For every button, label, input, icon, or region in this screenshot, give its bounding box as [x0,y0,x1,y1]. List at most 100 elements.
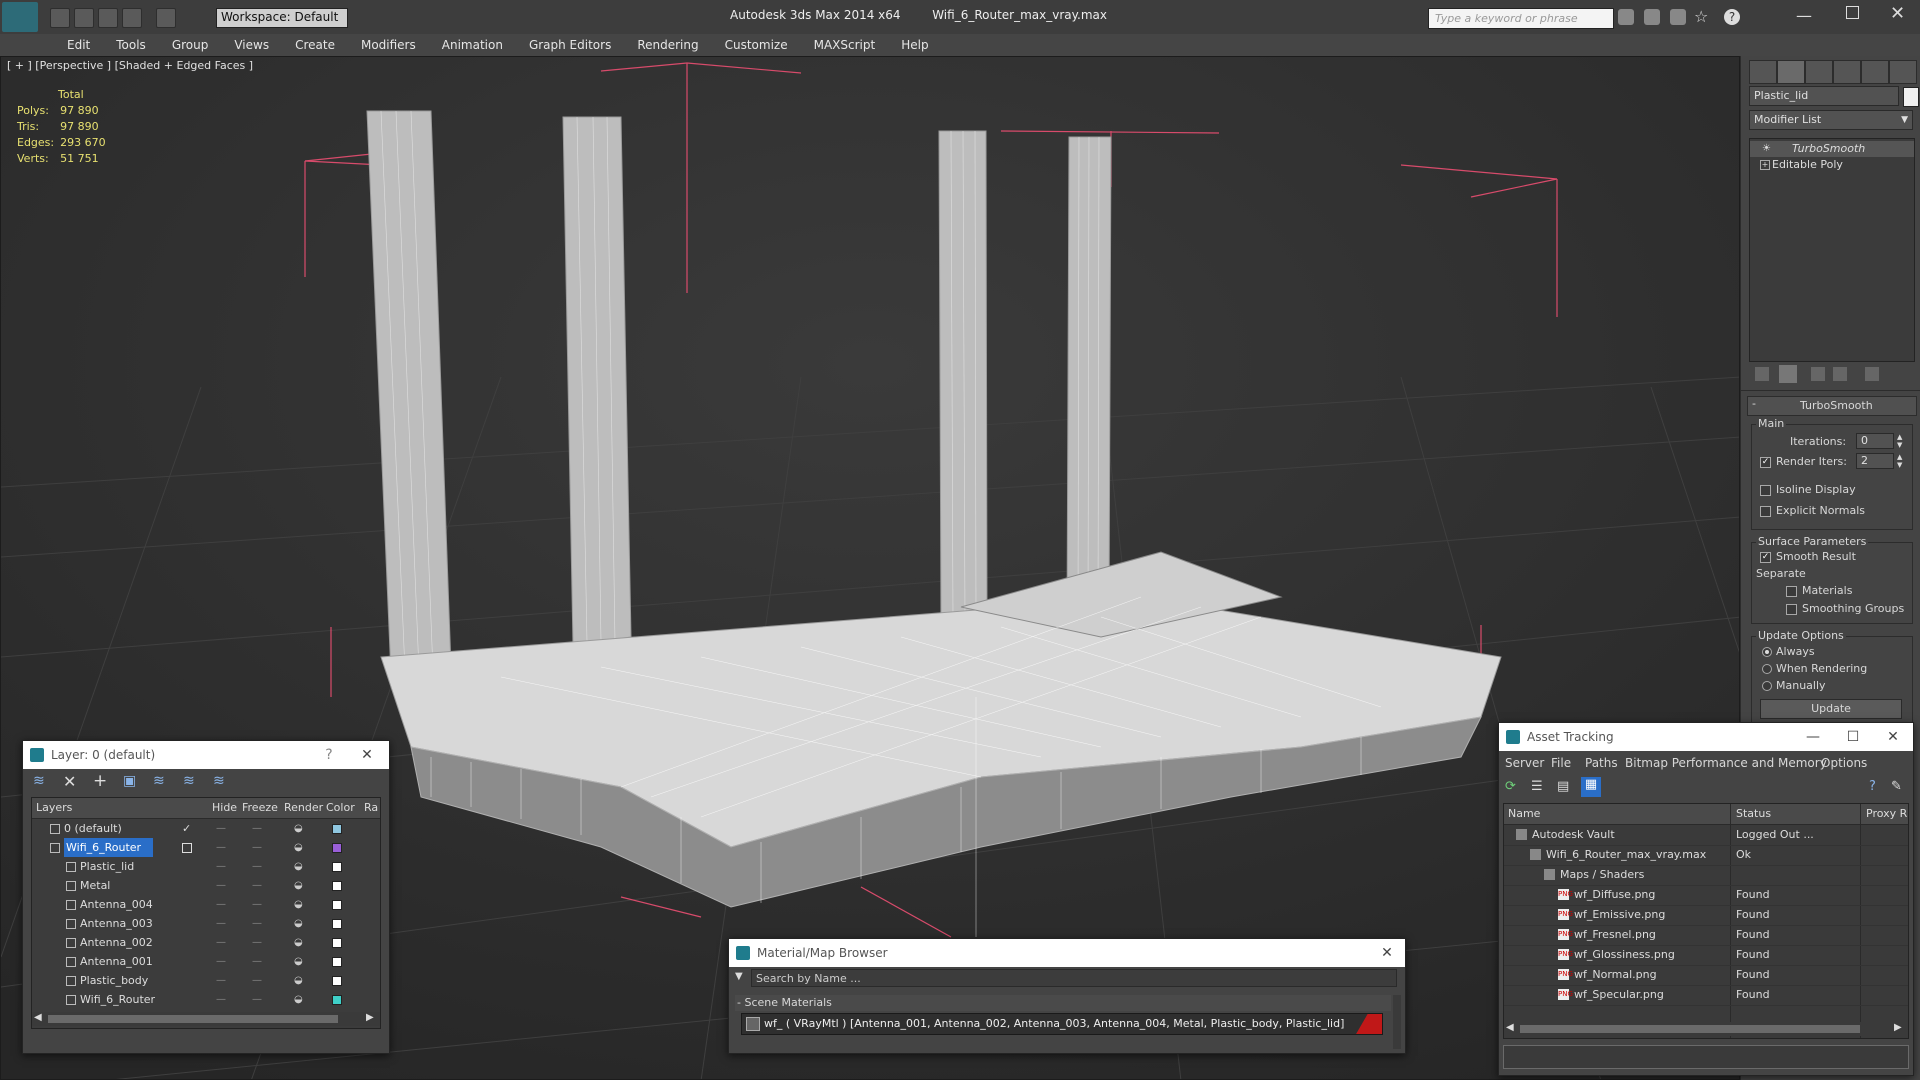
layer-color-swatch[interactable] [332,862,342,872]
scroll-right-icon[interactable]: ▶ [366,1012,374,1023]
column-status[interactable]: Status [1736,804,1771,824]
layer-color-swatch[interactable] [332,900,342,910]
app-logo-icon[interactable] [2,2,38,32]
freeze-toggle[interactable]: — [252,857,262,876]
material-browser-titlebar[interactable]: Material/Map Browser ✕ [729,939,1405,967]
layer-row[interactable]: Plastic_lid — — ◒ [32,857,380,876]
render-teapot-icon[interactable]: ◒ [294,876,303,895]
smooth-result-checkbox[interactable]: ✓ [1760,552,1771,563]
delete-layer-icon[interactable]: ✕ [63,772,83,791]
layer-name[interactable]: Metal [80,876,110,895]
column-name[interactable]: Name [1508,804,1540,824]
new-file-icon[interactable] [50,8,70,28]
lightbulb-icon[interactable]: ☀ [1762,141,1771,157]
close-icon[interactable]: ✕ [1373,943,1401,963]
asset-row[interactable]: PNG wf_Glossiness.png Found [1504,945,1908,966]
column-proxy[interactable]: Proxy R [1866,804,1907,824]
stack-item-turbosmooth[interactable]: ☀ TurboSmooth [1750,141,1914,157]
menu-edit[interactable]: Edit [54,34,103,56]
list-view-icon[interactable]: ☰ [1531,779,1551,797]
layer-color-swatch[interactable] [332,843,342,853]
display-tab-icon[interactable] [1861,60,1889,84]
menu-animation[interactable]: Animation [429,34,516,56]
layer-icon[interactable] [66,957,76,967]
create-layer-icon[interactable]: ≋ [33,773,53,791]
minimize-icon[interactable]: — [1799,727,1827,747]
render-teapot-icon[interactable]: ◒ [294,838,303,857]
community-icon[interactable] [1644,9,1660,25]
asset-row[interactable]: PNG wf_Diffuse.png Found [1504,885,1908,906]
freeze-toggle[interactable]: — [252,914,262,933]
hide-toggle[interactable]: — [216,971,226,990]
remove-modifier-icon[interactable] [1833,367,1847,381]
layer-color-swatch[interactable] [332,957,342,967]
menu-options[interactable]: Options [1821,756,1867,770]
layer-icon[interactable] [50,843,60,853]
hide-toggle[interactable]: — [216,895,226,914]
hide-toggle[interactable]: — [216,933,226,952]
render-teapot-icon[interactable]: ◒ [294,857,303,876]
asset-path-field[interactable] [1503,1045,1909,1069]
menu-rendering[interactable]: Rendering [624,34,711,56]
about-icon[interactable]: ✎ [1891,779,1911,797]
utilities-tab-icon[interactable] [1889,60,1917,84]
maximize-icon[interactable]: ☐ [1839,727,1867,747]
layer-name[interactable]: Antenna_002 [80,933,153,952]
menu-tools[interactable]: Tools [103,34,159,56]
scroll-right-icon[interactable]: ▶ [1894,1022,1902,1033]
table-view-icon[interactable]: ▦ [1581,777,1601,797]
close-icon[interactable]: ✕ [1890,3,1905,24]
menu-bitmap-performance[interactable]: Bitmap Performance and Memory [1625,756,1827,770]
pin-stack-icon[interactable] [1755,367,1769,381]
asset-row[interactable]: Wifi_6_Router_max_vray.max Ok [1504,845,1908,866]
freeze-toggle[interactable]: — [252,971,262,990]
make-unique-icon[interactable] [1811,367,1825,381]
hide-toggle[interactable]: — [216,819,226,838]
menu-create[interactable]: Create [282,34,348,56]
star-icon[interactable]: ☆ [1694,7,1708,26]
freeze-toggle[interactable]: — [252,876,262,895]
render-teapot-icon[interactable]: ◒ [294,990,303,1009]
render-teapot-icon[interactable]: ◒ [294,914,303,933]
when-rendering-radio[interactable] [1762,664,1772,674]
render-iters-spinner[interactable]: 2 [1856,453,1894,469]
menu-customize[interactable]: Customize [712,34,801,56]
column-color[interactable]: Color [326,798,355,818]
layer-row[interactable]: Plastic_body — — ◒ [32,971,380,990]
asset-tracking-titlebar[interactable]: Asset Tracking — ☐ ✕ [1499,723,1913,751]
scroll-left-icon[interactable]: ◀ [34,1012,42,1023]
material-search-input[interactable]: Search by Name ... [751,969,1397,987]
viewport-label[interactable]: [ + ] [Perspective ] [Shaded + Edged Fac… [7,59,253,72]
column-radiosity[interactable]: Ra [364,798,378,818]
hide-toggle[interactable]: — [216,914,226,933]
add-to-layer-icon[interactable]: + [93,771,113,791]
set-current-icon[interactable] [182,843,192,853]
help-icon[interactable]: ? [1724,9,1740,25]
layer-row[interactable]: Metal — — ◒ [32,876,380,895]
spinner-arrows-icon[interactable]: ▲ ▼ [1897,433,1902,449]
layer-icon[interactable] [66,938,76,948]
layer-icon[interactable] [50,824,60,834]
iterations-spinner[interactable]: 0 [1856,433,1894,449]
scene-materials-section[interactable]: - Scene Materials [735,995,1391,1011]
smoothing-groups-checkbox[interactable] [1786,604,1797,615]
layer-window-titlebar[interactable]: Layer: 0 (default) ? ✕ [23,741,389,769]
asset-row[interactable]: Maps / Shaders [1504,865,1908,886]
isoline-display-checkbox[interactable] [1760,485,1771,496]
material-list-item[interactable]: wf_ ( VRayMtl ) [Antenna_001, Antenna_00… [741,1013,1383,1035]
layer-icon[interactable] [66,881,76,891]
layer-color-swatch[interactable] [332,938,342,948]
render-teapot-icon[interactable]: ◒ [294,895,303,914]
options-menu-icon[interactable]: ▼ [735,971,743,982]
collapse-icon[interactable]: - [1752,397,1756,410]
save-file-icon[interactable] [98,8,118,28]
layer-color-swatch[interactable] [332,824,342,834]
menu-graph-editors[interactable]: Graph Editors [516,34,624,56]
layer-name[interactable]: Wifi_6_Router [64,838,154,857]
asset-row[interactable]: PNG wf_Normal.png Found [1504,965,1908,986]
layer-color-swatch[interactable] [332,881,342,891]
thumbnail-view-icon[interactable]: ▤ [1557,779,1577,797]
render-teapot-icon[interactable]: ◒ [294,819,303,838]
layer-color-swatch[interactable] [332,919,342,929]
menu-modifiers[interactable]: Modifiers [348,34,429,56]
